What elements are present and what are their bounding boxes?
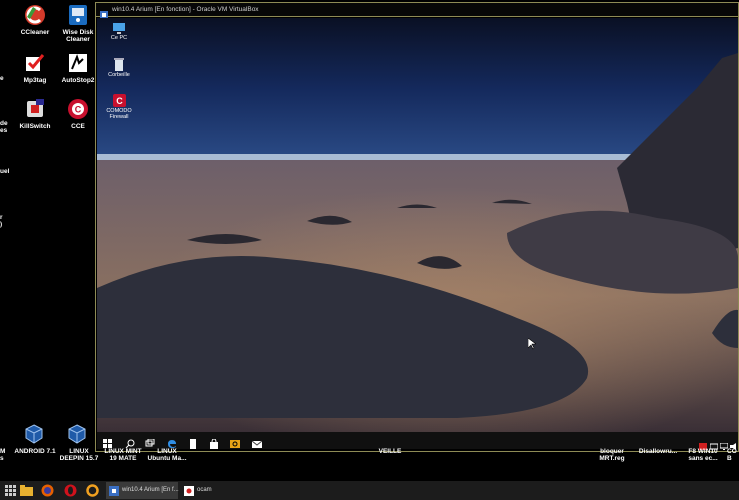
computer-icon — [112, 22, 126, 34]
guest-ce-pc-shortcut[interactable]: Ce PC — [99, 22, 139, 41]
wise-disk-cleaner-label: Wise Disk Cleaner — [62, 29, 94, 43]
guest-corbeille-label: Corbeille — [108, 72, 130, 78]
browser-ring-icon[interactable] — [86, 484, 99, 497]
edge-icon[interactable] — [167, 436, 177, 448]
guest-ce-pc-label: Ce PC — [110, 35, 128, 41]
host-label-linux-deepin[interactable]: LINUX DEEPIN 15.7 — [55, 448, 103, 462]
host-label-m-partial: M s — [0, 448, 6, 462]
host-label-f8-win10[interactable]: F8 WIN10 sans ec... — [683, 448, 723, 462]
ocam-task-icon — [184, 486, 194, 496]
autostop-icon — [66, 51, 90, 75]
host-label-veille[interactable]: VEILLE — [370, 448, 410, 455]
host-label-co-partial[interactable]: CO B — [727, 448, 739, 462]
task-view-icon[interactable] — [145, 436, 155, 447]
file-icon[interactable] — [188, 436, 198, 449]
taskbar-virtualbox-label: win10.4 Arium [En f... — [122, 487, 179, 493]
vm-window-title: win10.4 Arium [En fonction] - Oracle VM … — [112, 6, 259, 13]
guest-comodo-label: COMODO Firewall — [106, 108, 132, 120]
windows-start-icon[interactable] — [103, 436, 113, 448]
mp3tag-label: Mp3tag — [23, 77, 47, 84]
host-label-android[interactable]: ANDROID 7.1 — [12, 448, 58, 455]
autostop-label: AutoStop2 — [61, 77, 95, 84]
mp3tag-shortcut[interactable]: Mp3tag — [13, 51, 57, 84]
firefox-icon[interactable] — [41, 484, 54, 497]
host-label-linux-ubuntu[interactable]: LINUX Ubuntu Ma... — [143, 448, 191, 462]
taskbar-virtualbox-button[interactable]: win10.4 Arium [En f... — [106, 482, 179, 499]
svg-text:C: C — [116, 96, 123, 106]
taskbar-ocam-button[interactable]: ocam — [181, 482, 241, 499]
svg-text:C: C — [75, 105, 82, 115]
taskbar-ocam-label: ocam — [197, 487, 212, 493]
autostop-shortcut[interactable]: AutoStop2 — [56, 51, 100, 84]
tray-volume-icon[interactable] — [730, 437, 738, 450]
guest-wallpaper — [97, 18, 738, 432]
host-label-linux-mint[interactable]: LINUX MINT 19 MATE — [100, 448, 146, 462]
folder-icon[interactable] — [20, 484, 33, 497]
opera-icon[interactable] — [64, 484, 77, 497]
killswitch-shortcut[interactable]: KillSwitch — [13, 97, 57, 130]
host-label-bloquer[interactable]: bloquer MRT.reg — [592, 448, 632, 462]
virtualbox-task-icon — [109, 486, 119, 496]
tray-flag-icon[interactable] — [699, 437, 707, 450]
wise-disk-cleaner-icon — [66, 3, 90, 27]
killswitch-label: KillSwitch — [19, 123, 51, 130]
start-grid-icon[interactable] — [4, 484, 17, 497]
deepin-vbox-icon[interactable] — [67, 424, 87, 444]
virtualbox-window[interactable]: win10.4 Arium [En fonction] - Oracle VM … — [95, 2, 739, 452]
tray-display-icon[interactable] — [719, 437, 729, 450]
ccleaner-icon — [23, 3, 47, 27]
guest-comodo-shortcut[interactable]: C COMODO Firewall — [99, 94, 139, 120]
android-vbox-icon[interactable] — [24, 424, 44, 444]
cce-icon: C — [66, 97, 90, 121]
comodo-icon: C — [112, 94, 126, 107]
tray-network-icon[interactable] — [709, 437, 719, 450]
killswitch-icon — [23, 97, 47, 121]
vm-title-bar[interactable]: win10.4 Arium [En fonction] - Oracle VM … — [96, 3, 738, 19]
ccleaner-label: CCleaner — [20, 29, 50, 36]
virtualbox-icon — [100, 6, 108, 19]
host-taskbar: win10.4 Arium [En f... ocam — [0, 481, 739, 500]
partial-label-4: r ) — [0, 214, 3, 228]
partial-label-1: e — [0, 75, 4, 82]
ccleaner-shortcut[interactable]: CCleaner — [13, 3, 57, 36]
guest-desktop[interactable]: Ce PC Corbeille C COMODO Firewall — [97, 18, 738, 432]
guest-taskbar — [97, 432, 738, 450]
explorer-icon[interactable] — [230, 436, 240, 448]
mp3tag-icon — [23, 51, 47, 75]
guest-corbeille-shortcut[interactable]: Corbeille — [99, 58, 139, 78]
recycle-bin-icon — [113, 58, 125, 71]
cce-label: CCE — [71, 123, 85, 130]
search-icon[interactable] — [125, 436, 135, 449]
host-label-disallow[interactable]: Disallowru... — [635, 448, 681, 455]
mouse-cursor-icon — [527, 337, 537, 355]
partial-label-2: de es — [0, 120, 8, 134]
wise-disk-cleaner-shortcut[interactable]: Wise Disk Cleaner — [56, 3, 100, 43]
mail-icon[interactable] — [251, 436, 263, 448]
partial-label-3: uel — [0, 168, 10, 175]
store-icon[interactable] — [209, 436, 219, 449]
cce-shortcut[interactable]: C CCE — [56, 97, 100, 130]
